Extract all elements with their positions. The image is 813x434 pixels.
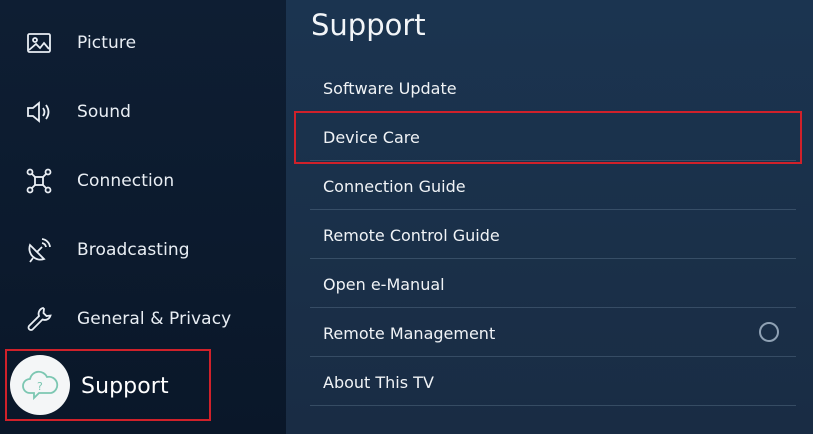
picture-icon — [18, 22, 60, 64]
divider — [310, 307, 796, 308]
sidebar-item-label: Connection — [77, 171, 175, 191]
menu-item-label: Remote Control Guide — [323, 225, 500, 245]
sidebar-item-general-privacy[interactable]: General & Privacy — [0, 287, 286, 351]
page-title: Support — [311, 8, 426, 42]
sidebar-item-picture[interactable]: Picture — [0, 11, 286, 75]
selection-highlight — [5, 349, 211, 421]
menu-item-software-update[interactable]: Software Update — [310, 64, 796, 112]
sidebar-item-label: Sound — [77, 102, 132, 122]
menu-item-label: Connection Guide — [323, 176, 466, 196]
sidebar-item-label: Picture — [77, 33, 137, 53]
satellite-dish-icon — [18, 229, 60, 271]
menu-item-about-this-tv[interactable]: About This TV — [310, 358, 796, 406]
menu-item-remote-management[interactable]: Remote Management — [310, 309, 796, 357]
menu-item-open-e-manual[interactable]: Open e-Manual — [310, 260, 796, 308]
divider — [310, 356, 796, 357]
sidebar-item-broadcasting[interactable]: Broadcasting — [0, 218, 286, 282]
wrench-icon — [18, 298, 60, 340]
menu-item-label: Open e-Manual — [323, 274, 445, 294]
sidebar-item-label: General & Privacy — [77, 309, 232, 329]
divider — [310, 405, 796, 406]
toggle-off-icon[interactable] — [759, 322, 779, 342]
sidebar-item-sound[interactable]: Sound — [0, 80, 286, 144]
device-care-highlight — [294, 111, 802, 164]
divider — [310, 209, 796, 210]
sidebar-item-label: Broadcasting — [77, 240, 190, 260]
sidebar-item-connection[interactable]: Connection — [0, 149, 286, 213]
network-icon — [18, 160, 60, 202]
menu-item-label: Remote Management — [323, 323, 496, 343]
menu-item-connection-guide[interactable]: Connection Guide — [310, 162, 796, 210]
speaker-icon — [18, 91, 60, 133]
divider — [310, 258, 796, 259]
menu-item-remote-control-guide[interactable]: Remote Control Guide — [310, 211, 796, 259]
menu-item-label: About This TV — [323, 372, 434, 392]
menu-item-label: Software Update — [323, 78, 457, 98]
